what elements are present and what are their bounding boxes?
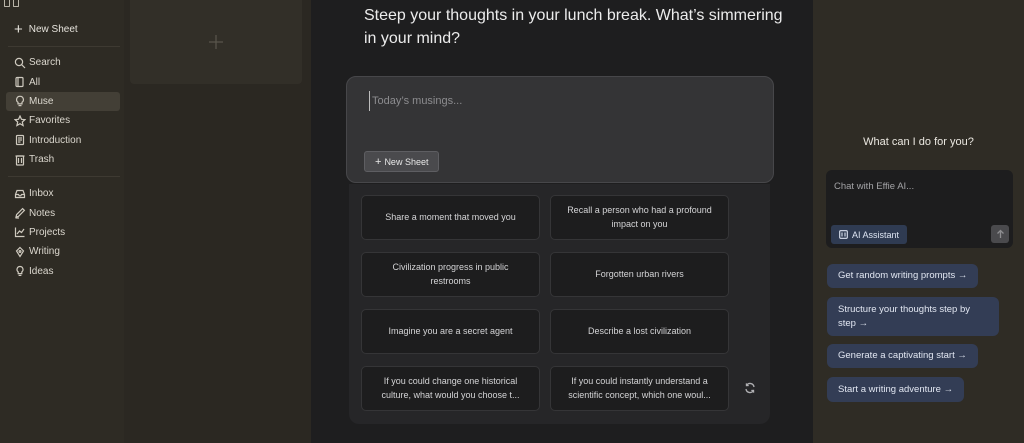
sidebar-item-label: Inbox bbox=[29, 188, 54, 200]
sidebar-item-projects[interactable]: Projects bbox=[6, 223, 120, 242]
musing-input[interactable] bbox=[369, 91, 749, 111]
sidebar-item-label: Favorites bbox=[29, 115, 71, 127]
sidebar-item-label: All bbox=[29, 76, 41, 88]
sidebar-item-inbox[interactable]: Inbox bbox=[6, 184, 120, 203]
panel-toggle-icon[interactable] bbox=[13, 0, 19, 7]
muse-panel: Steep your thoughts in your lunch break.… bbox=[311, 0, 813, 443]
sidebar-item-favorites[interactable]: Favorites bbox=[6, 111, 120, 130]
lightbulb-icon bbox=[14, 95, 26, 107]
suggestion-card[interactable]: Imagine you are a secret agent bbox=[361, 309, 540, 354]
sidebar-item-writing[interactable]: Writing bbox=[6, 242, 120, 261]
send-button[interactable] bbox=[991, 225, 1009, 243]
idea-icon bbox=[14, 265, 26, 277]
plus-icon: + bbox=[375, 155, 382, 168]
sidebar-item-notes[interactable]: Notes bbox=[6, 203, 120, 222]
suggestion-card[interactable]: Describe a lost civilization bbox=[550, 309, 729, 354]
document-icon bbox=[14, 134, 26, 146]
quick-action-button[interactable]: Get random writing prompts → bbox=[827, 264, 979, 288]
arrow-up-icon bbox=[996, 229, 1004, 238]
sheet-list-panel bbox=[124, 0, 311, 443]
divider bbox=[8, 176, 120, 177]
star-icon bbox=[14, 114, 26, 127]
suggestion-card[interactable]: If you could instantly understand a scie… bbox=[550, 366, 729, 411]
suggestion-card[interactable]: Recall a person who had a profound impac… bbox=[550, 195, 729, 240]
assistant-title: What can I do for you? bbox=[863, 136, 974, 148]
new-sheet-button[interactable]: + New Sheet bbox=[14, 20, 78, 38]
sheets-icon bbox=[14, 76, 26, 88]
sidebar-item-label: Muse bbox=[29, 95, 54, 107]
sidebar-item-label: Notes bbox=[29, 207, 56, 219]
refresh-icon bbox=[745, 382, 755, 394]
suggestion-card[interactable]: Civilization progress in public restroom… bbox=[361, 252, 540, 297]
quick-action-button[interactable]: Start a writing adventure → bbox=[827, 377, 965, 402]
quick-action-button[interactable]: Generate a captivating start → bbox=[827, 344, 978, 368]
nav-group-library: Search All Muse Favorites Introduction T… bbox=[6, 53, 120, 169]
suggestion-card[interactable]: If you could change one historical cultu… bbox=[361, 366, 540, 411]
plus-icon bbox=[209, 35, 223, 49]
divider bbox=[8, 46, 120, 47]
new-sheet-label: New Sheet bbox=[28, 24, 78, 35]
sidebar-item-introduction[interactable]: Introduction bbox=[6, 131, 120, 150]
new-sheet-button[interactable]: + New Sheet bbox=[364, 151, 440, 172]
pencil-icon bbox=[14, 207, 26, 219]
plus-icon: + bbox=[14, 20, 23, 38]
sidebar-item-label: Writing bbox=[29, 246, 60, 258]
musing-editor: + New Sheet bbox=[346, 76, 774, 183]
suggestion-grid: Share a moment that moved you Recall a p… bbox=[349, 184, 770, 424]
sidebar-item-label: Introduction bbox=[29, 134, 82, 146]
chat-box: AI Assistant bbox=[826, 170, 1013, 248]
window-layout-icons[interactable] bbox=[4, 0, 19, 7]
sidebar-item-label: Trash bbox=[29, 154, 55, 166]
sidebar-item-search[interactable]: Search bbox=[6, 53, 120, 72]
refresh-suggestions-button[interactable] bbox=[743, 381, 757, 395]
chart-icon bbox=[14, 226, 26, 238]
sidebar: + New Sheet Search All Muse Favorites In… bbox=[0, 0, 124, 443]
nav-group-folders: Inbox Notes Projects Writing Ideas bbox=[6, 184, 120, 281]
sidebar-item-label: Search bbox=[29, 57, 61, 69]
sidebar-item-ideas[interactable]: Ideas bbox=[6, 262, 120, 281]
suggestion-card[interactable]: Forgotten urban rivers bbox=[550, 252, 729, 297]
suggestion-card[interactable]: Share a moment that moved you bbox=[361, 195, 540, 240]
quick-action-button[interactable]: Structure your thoughts step by step → bbox=[827, 297, 999, 336]
sidebar-item-muse[interactable]: Muse bbox=[6, 91, 120, 112]
ai-assistant-label: AI Assistant bbox=[852, 229, 900, 240]
sidebar-item-label: Ideas bbox=[29, 265, 54, 277]
ai-assistant-panel: What can I do for you? AI Assistant Get … bbox=[813, 0, 1024, 443]
add-sheet-card[interactable] bbox=[130, 0, 302, 84]
sliders-icon bbox=[839, 230, 848, 239]
sidebar-item-label: Projects bbox=[29, 226, 66, 238]
page-title: Steep your thoughts in your lunch break.… bbox=[364, 7, 783, 47]
inbox-icon bbox=[14, 188, 26, 200]
new-sheet-label: New Sheet bbox=[384, 156, 429, 167]
trash-icon bbox=[14, 154, 26, 166]
ai-assistant-button[interactable]: AI Assistant bbox=[831, 225, 908, 244]
sidebar-item-all[interactable]: All bbox=[6, 72, 120, 91]
search-icon bbox=[14, 57, 26, 69]
sidebar-toggle-icon[interactable] bbox=[4, 0, 10, 7]
sidebar-item-trash[interactable]: Trash bbox=[6, 150, 120, 169]
chat-input[interactable] bbox=[834, 178, 1004, 194]
pen-nib-icon bbox=[14, 246, 26, 258]
